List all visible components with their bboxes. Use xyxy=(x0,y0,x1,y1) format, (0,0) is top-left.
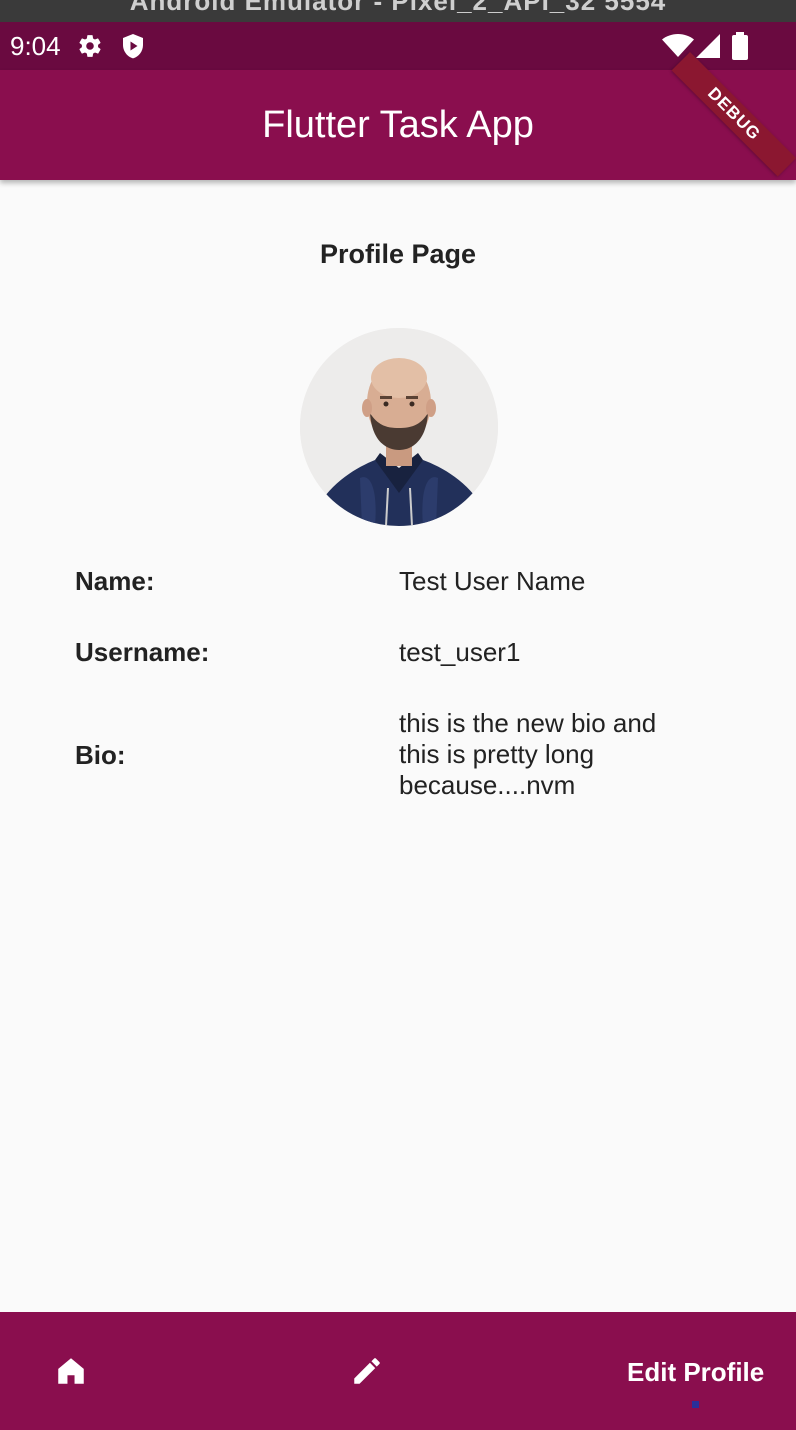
status-bar: 9:04 xyxy=(0,22,796,70)
bio-value: this is the new bio and this is pretty l… xyxy=(399,708,657,800)
avatar xyxy=(300,328,498,526)
avatar-image xyxy=(300,328,498,526)
username-label: Username: xyxy=(75,637,210,667)
app-title: Flutter Task App xyxy=(262,104,534,146)
gear-icon xyxy=(79,35,101,57)
emulator-title: Android Emulator - Pixel_2_API_32 5554 xyxy=(129,0,667,16)
pencil-icon[interactable] xyxy=(350,1354,384,1388)
screen: Android Emulator - Pixel_2_API_32 5554 9… xyxy=(0,0,796,1430)
shield-icon xyxy=(123,34,143,59)
app-bar: Flutter Task App xyxy=(0,70,796,180)
status-time: 9:04 xyxy=(10,31,61,61)
bio-label: Bio: xyxy=(75,740,126,770)
home-icon[interactable] xyxy=(54,1354,88,1388)
name-value: Test User Name xyxy=(399,566,586,596)
username-value: test_user1 xyxy=(399,637,521,667)
battery-icon xyxy=(732,32,748,60)
page-title: Profile Page xyxy=(319,239,477,269)
edit-profile-tab[interactable]: Edit Profile xyxy=(627,1357,764,1388)
signal-icon xyxy=(696,34,720,58)
emulator-titlebar: Android Emulator - Pixel_2_API_32 5554 xyxy=(0,0,796,22)
bottom-navigation: Edit Profile xyxy=(0,1312,796,1430)
name-label: Name: xyxy=(75,566,155,596)
active-tab-indicator xyxy=(692,1401,699,1408)
